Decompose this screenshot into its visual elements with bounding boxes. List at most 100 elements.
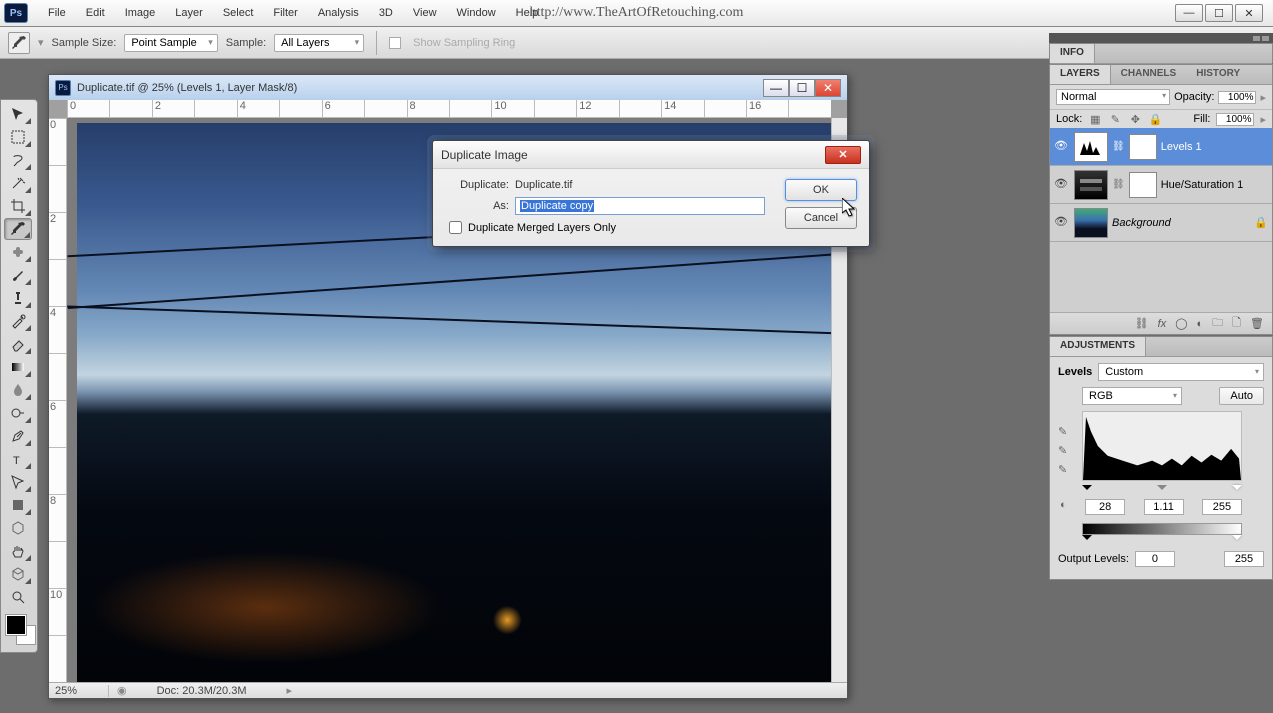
doc-close-button[interactable]: ✕ — [815, 79, 841, 97]
layer-thumb-levels-icon[interactable] — [1074, 132, 1108, 162]
gray-eyedropper-icon[interactable]: ✎ — [1058, 444, 1067, 457]
output-white[interactable]: 255 — [1224, 551, 1264, 567]
gray-slider[interactable] — [1157, 485, 1167, 495]
link-icon[interactable]: ⛓ — [1112, 141, 1125, 152]
brush-tool[interactable] — [4, 264, 32, 286]
output-gradient[interactable] — [1082, 523, 1242, 535]
eyedropper-tool[interactable] — [4, 218, 32, 240]
3d-tool[interactable] — [4, 517, 32, 539]
ok-button[interactable]: OK — [785, 179, 857, 201]
white-eyedropper-icon[interactable]: ✎ — [1058, 463, 1067, 476]
layer-thumb-hue-icon[interactable] — [1074, 170, 1108, 200]
link-icon[interactable]: ⛓ — [1112, 179, 1125, 190]
group-icon[interactable]: 🗀 — [1212, 314, 1223, 333]
layer-row[interactable]: 👁 ⛓ Levels 1 — [1050, 128, 1272, 166]
info-panel-tab[interactable]: INFO — [1050, 44, 1095, 63]
close-button[interactable]: ✕ — [1235, 4, 1263, 22]
fx-icon[interactable]: fx — [1158, 318, 1167, 330]
layer-mask[interactable] — [1129, 172, 1157, 198]
fill-field[interactable]: 100% — [1216, 113, 1254, 126]
layer-name[interactable]: Levels 1 — [1161, 141, 1268, 153]
menu-filter[interactable]: Filter — [263, 3, 307, 23]
dialog-close-button[interactable]: ✕ — [825, 146, 861, 164]
layer-row[interactable]: 👁 Background 🔒 — [1050, 204, 1272, 242]
info-icon[interactable]: ◉ — [117, 684, 127, 697]
hand-tool[interactable] — [4, 540, 32, 562]
dodge-tool[interactable] — [4, 402, 32, 424]
type-tool[interactable]: T — [4, 448, 32, 470]
menu-edit[interactable]: Edit — [76, 3, 115, 23]
adjustment-icon[interactable]: ◐ — [1197, 318, 1204, 330]
ruler-vertical[interactable]: 02 46 810 — [49, 118, 67, 682]
crop-tool[interactable] — [4, 195, 32, 217]
dialog-titlebar[interactable]: Duplicate Image ✕ — [433, 141, 869, 169]
mask-icon[interactable]: ◯ — [1175, 317, 1187, 330]
visibility-icon[interactable]: 👁 — [1054, 177, 1070, 193]
menu-image[interactable]: Image — [115, 3, 166, 23]
eraser-tool[interactable] — [4, 333, 32, 355]
zoom-tool[interactable] — [4, 586, 32, 608]
layer-thumb-image[interactable] — [1074, 208, 1108, 238]
eyedropper-icon[interactable] — [8, 32, 30, 54]
as-input[interactable]: Duplicate copy — [515, 197, 765, 215]
input-black[interactable]: 28 — [1085, 499, 1125, 515]
menu-window[interactable]: Window — [447, 3, 506, 23]
menu-view[interactable]: View — [403, 3, 447, 23]
menu-select[interactable]: Select — [213, 3, 264, 23]
delete-icon[interactable]: 🗑 — [1250, 317, 1264, 330]
menu-analysis[interactable]: Analysis — [308, 3, 369, 23]
menu-3d[interactable]: 3D — [369, 3, 403, 23]
document-titlebar[interactable]: Ps Duplicate.tif @ 25% (Levels 1, Layer … — [49, 75, 847, 100]
foreground-color[interactable] — [6, 615, 26, 635]
layers-tab[interactable]: LAYERS — [1050, 65, 1111, 84]
minimize-button[interactable]: — — [1175, 4, 1203, 22]
scrubby-icon[interactable]: ◐ — [1060, 499, 1067, 515]
opacity-field[interactable]: 100% — [1218, 91, 1256, 104]
history-tab[interactable]: HISTORY — [1186, 65, 1250, 84]
wand-tool[interactable] — [4, 172, 32, 194]
channel-select[interactable]: RGB — [1082, 387, 1182, 405]
layer-name[interactable]: Hue/Saturation 1 — [1161, 179, 1268, 191]
menu-layer[interactable]: Layer — [165, 3, 213, 23]
lock-all-icon[interactable]: 🔒 — [1148, 112, 1162, 126]
layer-row[interactable]: 👁 ⛓ Hue/Saturation 1 — [1050, 166, 1272, 204]
zoom-value[interactable]: 25% — [49, 685, 109, 697]
link-layers-icon[interactable]: ⛓ — [1135, 317, 1149, 330]
color-swatches[interactable] — [4, 613, 34, 649]
out-white-slider[interactable] — [1232, 535, 1242, 545]
layer-mask[interactable] — [1129, 134, 1157, 160]
black-eyedropper-icon[interactable]: ✎ — [1058, 425, 1067, 438]
input-white[interactable]: 255 — [1202, 499, 1242, 515]
blend-mode-select[interactable]: Normal — [1056, 89, 1170, 105]
doc-maximize-button[interactable]: ☐ — [789, 79, 815, 97]
history-brush-tool[interactable] — [4, 310, 32, 332]
new-layer-icon[interactable]: 🗋 — [1232, 314, 1241, 333]
lock-transparency-icon[interactable]: ▦ — [1088, 112, 1102, 126]
pen-tool[interactable] — [4, 425, 32, 447]
healing-tool[interactable] — [4, 241, 32, 263]
visibility-icon[interactable]: 👁 — [1054, 139, 1070, 155]
auto-button[interactable]: Auto — [1219, 387, 1264, 405]
out-black-slider[interactable] — [1082, 535, 1092, 545]
preset-select[interactable]: Custom — [1098, 363, 1264, 381]
camera-tool[interactable] — [4, 563, 32, 585]
visibility-icon[interactable]: 👁 — [1054, 215, 1070, 231]
lasso-tool[interactable] — [4, 149, 32, 171]
shape-tool[interactable] — [4, 494, 32, 516]
input-gamma[interactable]: 1.11 — [1144, 499, 1184, 515]
path-tool[interactable] — [4, 471, 32, 493]
layer-name[interactable]: Background — [1112, 217, 1250, 229]
white-slider[interactable] — [1232, 485, 1242, 495]
gradient-tool[interactable] — [4, 356, 32, 378]
doc-minimize-button[interactable]: — — [763, 79, 789, 97]
menu-file[interactable]: File — [38, 3, 76, 23]
lock-pixels-icon[interactable]: ✎ — [1108, 112, 1122, 126]
histogram[interactable] — [1082, 411, 1242, 481]
ruler-horizontal[interactable]: 02 46 810 1214 16 — [67, 100, 831, 118]
move-tool[interactable] — [4, 103, 32, 125]
maximize-button[interactable]: ☐ — [1205, 4, 1233, 22]
output-black[interactable]: 0 — [1135, 551, 1175, 567]
stamp-tool[interactable] — [4, 287, 32, 309]
cancel-button[interactable]: Cancel — [785, 207, 857, 229]
show-ring-checkbox[interactable] — [389, 37, 401, 49]
